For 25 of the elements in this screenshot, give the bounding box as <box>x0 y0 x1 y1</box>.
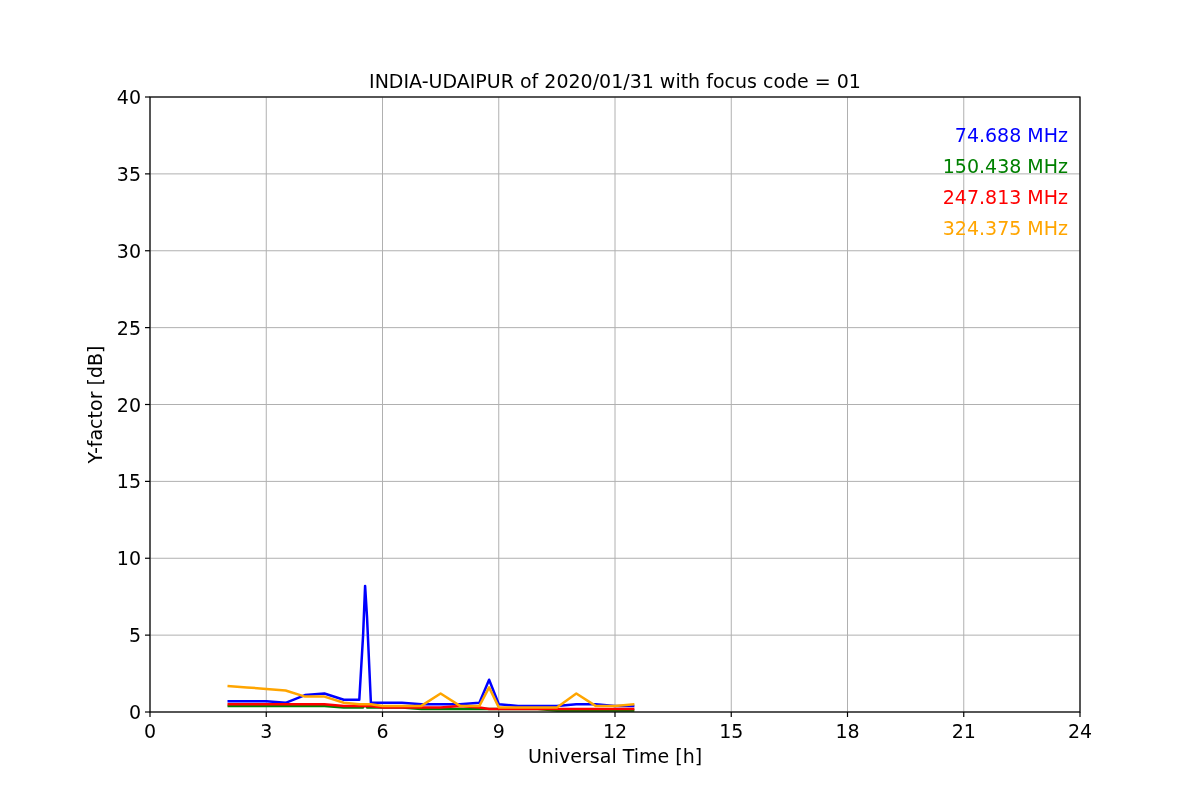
chart-title: INDIA-UDAIPUR of 2020/01/31 with focus code = 01 <box>369 70 861 92</box>
y-tick-label: 40 <box>116 86 141 108</box>
y-tick-label: 0 <box>128 701 141 723</box>
x-tick-label: 9 <box>492 720 505 742</box>
x-tick-label: 24 <box>1067 720 1093 742</box>
x-tick-label: 15 <box>719 720 744 742</box>
x-tick-label: 6 <box>376 720 389 742</box>
y-tick-label: 35 <box>116 162 141 185</box>
x-axis-label: Universal Time [h] <box>527 745 703 767</box>
x-tick-label: 0 <box>143 720 157 742</box>
x-tick-label: 18 <box>835 720 860 742</box>
y-axis-label: Y-factor [dB] <box>84 345 106 464</box>
y-tick-label: 30 <box>116 239 141 262</box>
y-tick-label: 25 <box>116 316 141 339</box>
x-tick-label: 21 <box>951 720 976 742</box>
x-tick-label: 12 <box>602 720 628 742</box>
legend-label: 150.438 MHz <box>942 155 1068 177</box>
y-tick-label: 20 <box>116 393 141 416</box>
y-tick-label: 5 <box>128 624 141 647</box>
y-tick-label: 15 <box>116 470 141 493</box>
y-tick-label: 10 <box>116 547 141 570</box>
legend-label: 74.688 MHz <box>954 124 1068 146</box>
legend-label: 247.813 MHz <box>942 186 1068 208</box>
x-tick-label: 3 <box>260 720 273 742</box>
legend-label: 324.375 MHz <box>942 217 1068 239</box>
